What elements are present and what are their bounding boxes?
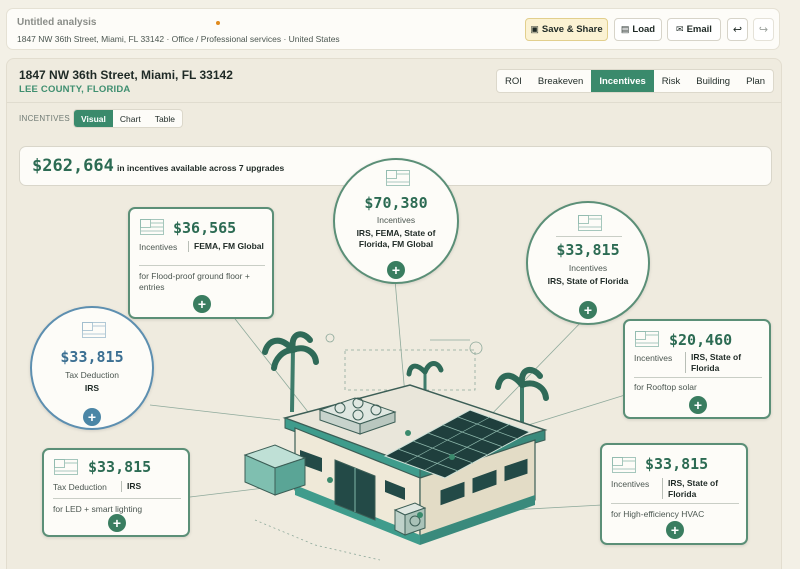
- card-kind: Incentives: [139, 242, 178, 252]
- us-flag-icon: [612, 457, 636, 473]
- circle-kind: Incentives: [376, 215, 416, 225]
- circle-divider: [556, 236, 622, 237]
- card-amount: $20,460: [669, 331, 733, 349]
- palm-tree-left: [262, 331, 319, 413]
- circle-kind: Tax Deduction: [65, 370, 119, 380]
- circle-amount: $70,380: [364, 194, 428, 212]
- card-amount: $33,815: [88, 458, 152, 476]
- add-incentive-button[interactable]: +: [108, 514, 126, 532]
- us-flag-icon: [54, 459, 78, 475]
- card-providers: IRS, State of Florida: [662, 478, 742, 500]
- us-flag-icon: [386, 170, 410, 186]
- card-kind: Incentives: [634, 353, 673, 363]
- card-divider: [611, 503, 739, 504]
- incentive-card-flood[interactable]: $36,565 Incentives FEMA, FM Global for F…: [128, 207, 274, 319]
- us-flag-icon: [578, 215, 602, 231]
- incentive-circle-roof[interactable]: $70,380 Incentives IRS, FEMA, State of F…: [333, 158, 459, 284]
- circle-amount: $33,815: [556, 241, 620, 259]
- incentive-circle-left[interactable]: $33,815 Tax Deduction IRS +: [30, 306, 154, 430]
- card-amount: $36,565: [173, 219, 237, 237]
- circle-providers: IRS: [84, 383, 100, 393]
- card-kind: Tax Deduction: [53, 482, 107, 492]
- incentive-circle-right[interactable]: $33,815 Incentives IRS, State of Florida…: [526, 201, 650, 325]
- card-providers: IRS, State of Florida: [685, 352, 765, 374]
- incentive-card-lighting[interactable]: $33,815 Tax Deduction IRS for LED + smar…: [42, 448, 190, 537]
- add-incentive-button[interactable]: +: [193, 295, 211, 313]
- building: [243, 384, 548, 545]
- incentive-card-hvac[interactable]: $33,815 Incentives IRS, State of Florida…: [600, 443, 748, 545]
- add-incentive-button[interactable]: +: [387, 261, 405, 279]
- us-flag-icon: [82, 322, 106, 338]
- circle-providers: IRS, FEMA, State of Florida, FM Global: [356, 228, 436, 250]
- add-incentive-button[interactable]: +: [579, 301, 597, 319]
- us-flag-icon: [635, 331, 659, 347]
- card-description: for Rooftop solar: [634, 382, 697, 392]
- card-description: for Flood-proof ground floor + entries: [139, 271, 250, 293]
- card-amount: $33,815: [645, 455, 709, 473]
- card-divider: [139, 265, 265, 266]
- incentive-card-solar[interactable]: $20,460 Incentives IRS, State of Florida…: [623, 319, 771, 419]
- circle-amount: $33,815: [60, 348, 124, 366]
- us-flag-icon: [140, 219, 164, 235]
- card-providers: FEMA, FM Global: [188, 241, 270, 252]
- circle-providers: IRS, State of Florida: [547, 276, 629, 286]
- card-divider: [634, 377, 762, 378]
- card-kind: Incentives: [611, 479, 650, 489]
- card-providers: IRS: [121, 481, 181, 492]
- circle-kind: Incentives: [568, 263, 608, 273]
- add-incentive-button[interactable]: +: [83, 408, 101, 426]
- card-divider: [53, 498, 181, 499]
- add-incentive-button[interactable]: +: [689, 396, 707, 414]
- card-description: for High-efficiency HVAC: [611, 509, 705, 519]
- add-incentive-button[interactable]: +: [666, 521, 684, 539]
